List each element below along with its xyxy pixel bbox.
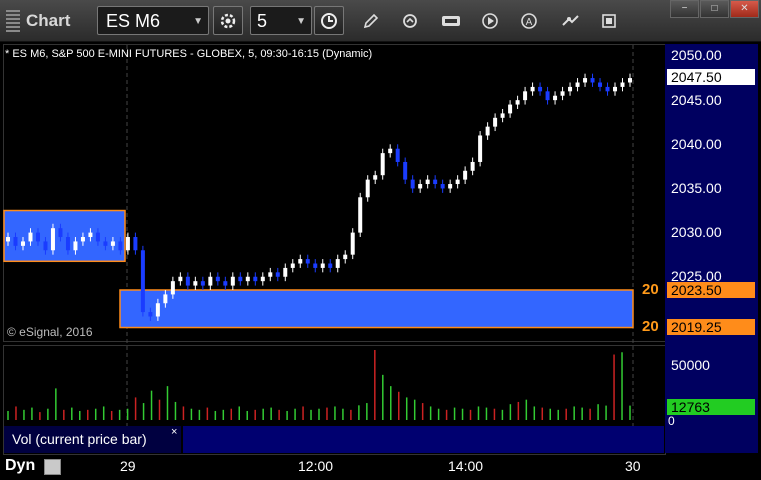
clock-icon: [321, 12, 337, 29]
alert-icon[interactable]: A: [518, 10, 540, 32]
drag-grip-icon[interactable]: [6, 9, 20, 32]
price-tick: 2040.00: [671, 136, 722, 152]
link-icon[interactable]: [559, 10, 581, 32]
symbol-select[interactable]: ES M6 ▼: [97, 6, 209, 35]
settings-cog-button[interactable]: [213, 6, 243, 35]
pencil-icon[interactable]: [360, 10, 382, 32]
data-icon[interactable]: [440, 10, 462, 32]
price-pane[interactable]: [3, 44, 666, 342]
chart-header: * ES M6, S&P 500 E-MINI FUTURES - GLOBEX…: [5, 48, 373, 60]
toolbar: Chart ES M6 ▼ 5 ▼ A − □ ✕: [0, 0, 761, 42]
symbol-value: ES M6: [106, 11, 161, 31]
clock-button[interactable]: [314, 6, 344, 35]
study-label-bar: [183, 426, 664, 453]
volume-study-label[interactable]: Vol (current price bar): [4, 426, 181, 453]
time-tick: 30: [625, 458, 641, 474]
close-study-icon[interactable]: ×: [171, 426, 177, 438]
refresh-icon[interactable]: [399, 10, 421, 32]
time-tick: 14:00: [448, 458, 484, 474]
volume-tick: 50000: [671, 357, 710, 373]
upper-level-tag: 2023.50: [667, 282, 755, 298]
lower-level-count: 20: [642, 318, 659, 335]
play-icon[interactable]: [479, 10, 501, 32]
copyright-label: © eSignal, 2016: [7, 325, 93, 339]
chevron-down-icon: ▼: [296, 16, 306, 27]
settings-cog-icon: [220, 13, 236, 28]
close-button[interactable]: ✕: [730, 0, 759, 18]
window-title[interactable]: Chart: [2, 4, 86, 37]
window-title-label: Chart: [26, 10, 71, 30]
time-axis[interactable]: [3, 454, 664, 479]
last-price-tag: 2047.50: [667, 69, 755, 85]
interval-select[interactable]: 5 ▼: [250, 6, 312, 35]
price-tick: 2045.00: [671, 92, 722, 108]
volume-current-tag: 12763: [667, 399, 755, 415]
minimize-button[interactable]: −: [670, 0, 699, 18]
dynamic-mode-label[interactable]: Dyn: [5, 457, 35, 475]
price-tick: 2035.00: [671, 180, 722, 196]
svg-text:A: A: [526, 17, 533, 28]
price-tick: 2050.00: [671, 47, 722, 63]
time-tick: 12:00: [298, 458, 334, 474]
chevron-down-icon: ▼: [193, 16, 203, 27]
maximize-button[interactable]: □: [700, 0, 729, 18]
window-controls: − □ ✕: [670, 0, 759, 18]
interval-value: 5: [257, 11, 268, 31]
price-tick: 2030.00: [671, 224, 722, 240]
upper-level-count: 20: [642, 281, 659, 298]
lock-icon[interactable]: [44, 459, 61, 475]
lower-level-tag: 2019.25: [667, 319, 755, 335]
page-icon[interactable]: [598, 10, 620, 32]
volume-zero-tick: 0: [668, 414, 675, 428]
time-tick: 29: [120, 458, 136, 474]
